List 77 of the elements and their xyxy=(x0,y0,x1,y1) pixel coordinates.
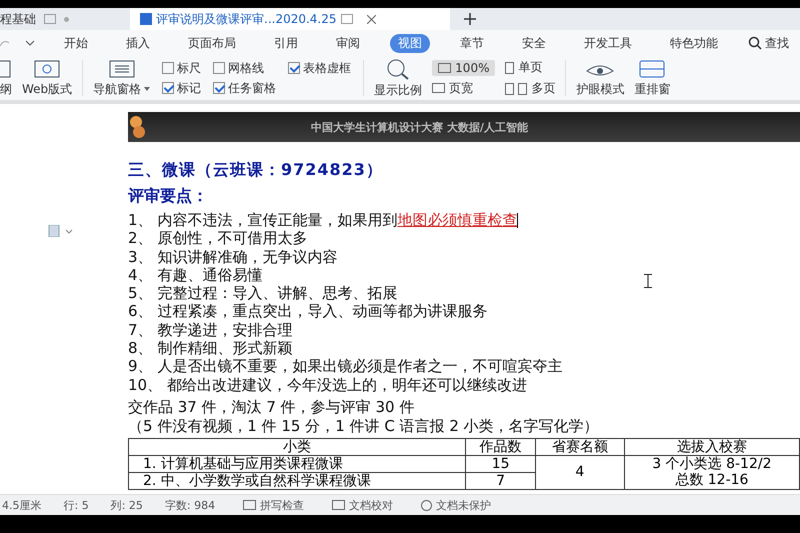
column-header: 小类 xyxy=(128,438,466,456)
checkbox[interactable]: 标记 xyxy=(160,80,204,96)
search-label[interactable]: 查找 xyxy=(765,34,789,52)
outline-label[interactable]: 纲 xyxy=(0,80,12,98)
menu-tab[interactable]: 审阅 xyxy=(328,34,368,52)
menu-tab[interactable]: 视图 xyxy=(390,34,430,52)
checkbox[interactable]: 标尺 xyxy=(160,60,204,76)
document-tab[interactable]: 程基础 xyxy=(0,8,118,30)
table-cell: 2. 中、小学数学或自然科学课程微课 xyxy=(128,472,466,490)
flower-logo-icon xyxy=(130,114,146,140)
zoom-icon[interactable] xyxy=(385,58,412,80)
banner-title: 中国大学生计算机设计大赛 大数据/人工智能 xyxy=(311,120,528,134)
note-text: （5 件没有视频，1 件 15 分，1 件讲 C 语言报 2 小类，名字写化学） xyxy=(128,416,600,436)
list-item: 8、 制作精细、形式新颖 xyxy=(128,339,292,358)
status-text: 4.5厘米 xyxy=(2,498,42,512)
rearrange-label[interactable]: 重排窗 xyxy=(634,80,670,98)
proofread-button[interactable]: 文档校对 xyxy=(332,498,394,512)
dot-icon xyxy=(64,16,69,22)
checkbox[interactable]: 网格线 xyxy=(211,60,278,76)
document-tab[interactable]: 评审说明及微课评审...2020.4.25 xyxy=(130,8,450,30)
close-icon[interactable] xyxy=(366,14,376,24)
list-item: 6、 过程紧凑，重点突出，导入、动画等都为讲课服务 xyxy=(128,302,488,321)
window-icon[interactable] xyxy=(639,58,666,78)
subheading: 评审要点： xyxy=(128,186,209,207)
menu-tab[interactable]: 引用 xyxy=(266,34,306,52)
page-width-button[interactable]: 页宽 xyxy=(432,80,496,96)
eye-mode-label[interactable]: 护眼模式 xyxy=(576,80,624,98)
menu-tab[interactable]: 插入 xyxy=(118,34,158,52)
table-cell: 1. 计算机基础与应用类课程微课 xyxy=(128,455,466,472)
new-tab-button[interactable] xyxy=(464,13,476,25)
column-header: 选拔入校赛 xyxy=(624,438,800,456)
table-cell: 4 xyxy=(535,455,624,490)
protection-button[interactable]: 文档未保护 xyxy=(421,498,492,512)
multi-page-button[interactable]: 多页 xyxy=(505,80,556,97)
table-cell-text: 总数 12-16 xyxy=(674,472,750,488)
table-cell: 7 xyxy=(466,472,536,490)
document-icon[interactable] xyxy=(48,225,74,237)
single-page-button[interactable]: 单页 xyxy=(505,59,556,76)
web-layout-label[interactable]: Web版式 xyxy=(22,80,72,98)
list-item: 2、 原创性，不可借用太多 xyxy=(128,229,308,248)
list-item: 1、 内容不违法，宣传正能量，如果用到地图必须慎重检查 xyxy=(128,211,518,230)
table-cell-text: 3 个小类选 8-12/2 xyxy=(651,456,772,472)
checkbox[interactable]: 表格虚框 xyxy=(286,60,354,76)
document-icon xyxy=(140,13,152,25)
menu-tab[interactable]: 特色功能 xyxy=(662,34,726,52)
list-item: 4、 有趣、通俗易懂 xyxy=(128,266,262,284)
monitor-icon xyxy=(340,14,353,24)
status-text: 列: 25 xyxy=(110,498,143,512)
menu-tab[interactable]: 安全 xyxy=(514,34,554,52)
menu-tab[interactable]: 页面布局 xyxy=(180,34,244,52)
zoom-100-button[interactable]: 100% xyxy=(432,60,496,76)
summary-text: 交作品 37 件，淘汰 7 件，参与评审 30 件 xyxy=(128,398,416,417)
list-item: 3、 知识讲解准确，无争议内容 xyxy=(128,248,338,266)
search-icon[interactable] xyxy=(748,36,762,50)
list-item: 5、 完整过程：导入、讲解、思考、拓展 xyxy=(128,284,398,302)
section-heading: 三、微课（云班课：9724823） xyxy=(128,160,384,181)
column-header: 作品数 xyxy=(466,438,536,456)
list-item: 10、 都给出改进建议，今年没选上的，明年还可以继续改进 xyxy=(128,376,527,394)
text-cursor-icon xyxy=(644,274,652,288)
web-layout-icon[interactable] xyxy=(34,58,60,78)
monitor-icon xyxy=(44,14,56,24)
column-header: 省赛名额 xyxy=(535,438,624,456)
status-text: 行: 5 xyxy=(64,498,89,512)
zoom-label[interactable]: 显示比例 xyxy=(374,82,422,98)
table-cell: 15 xyxy=(466,455,536,472)
list-item: 9、 人是否出镜不重要，如果出镜必须是作者之一，不可喧宾夺主 xyxy=(128,357,562,376)
checkbox[interactable]: 任务窗格 xyxy=(211,80,278,96)
menu-tab[interactable]: 章节 xyxy=(452,34,492,52)
menu-tab[interactable]: 开发工具 xyxy=(576,34,640,52)
navigation-pane-icon[interactable] xyxy=(108,58,135,78)
spell-check-button[interactable]: 拼写检查 xyxy=(243,498,304,512)
list-item: 7、 教学递进，安排合理 xyxy=(128,320,292,340)
caret-icon[interactable] xyxy=(144,87,150,91)
menu-tab[interactable]: 开始 xyxy=(56,34,96,52)
outline-icon[interactable] xyxy=(0,58,12,78)
status-text: 字数: 984 xyxy=(164,498,216,512)
navigation-pane-label[interactable]: 导航窗格 xyxy=(93,80,142,98)
